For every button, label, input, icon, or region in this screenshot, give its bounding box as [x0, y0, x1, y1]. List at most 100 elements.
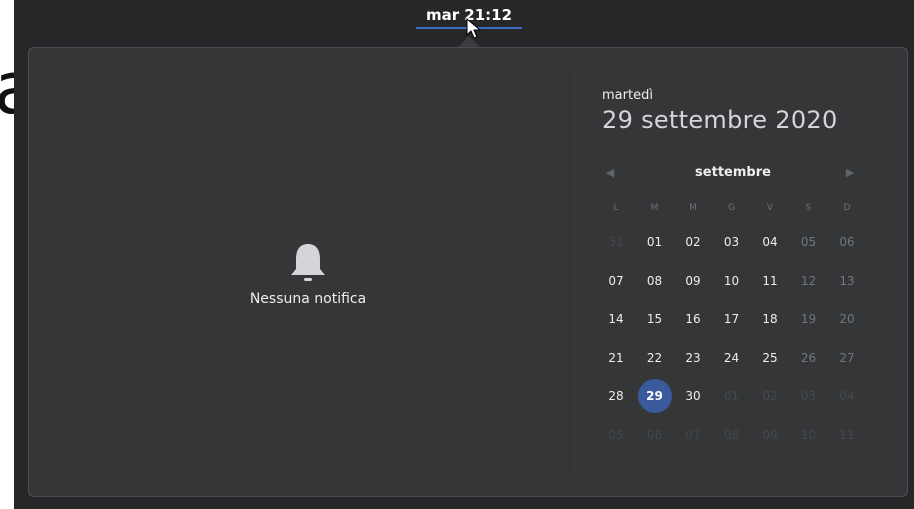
calendar-day[interactable]: 12: [791, 265, 827, 297]
calendar-day[interactable]: 08: [714, 419, 750, 451]
calendar-day-number: 02: [762, 389, 778, 403]
calendar-day[interactable]: 09: [675, 265, 711, 297]
calendar-day[interactable]: 02: [675, 226, 711, 258]
calendar-day-number: 11: [762, 273, 778, 288]
calendar-day[interactable]: 02: [752, 380, 788, 412]
calendar-day-number: 16: [685, 312, 701, 326]
day-header: M: [689, 203, 697, 213]
calendar-day[interactable]: 07: [675, 419, 711, 451]
day-header: V: [766, 203, 774, 213]
calendar-day-number: 07: [608, 273, 624, 288]
calendar-day-number: 20: [839, 312, 855, 326]
date-menu-popover: Nessuna notifica martedì 29 settembre 20…: [28, 47, 908, 497]
bell-icon: [291, 244, 325, 281]
calendar-day[interactable]: 11: [752, 265, 788, 297]
calendar-day[interactable]: 17: [714, 303, 750, 335]
calendar-day[interactable]: 15: [637, 303, 673, 335]
calendar-day-number: 04: [762, 235, 778, 249]
calendar-day-number: 26: [800, 350, 817, 365]
calendar-day-number: 24: [723, 350, 740, 365]
calendar-day[interactable]: 03: [714, 226, 750, 258]
calendar-day-number: 07: [685, 427, 701, 442]
calendar-day[interactable]: 05: [598, 419, 634, 451]
notification-list: Nessuna notifica: [29, 48, 569, 496]
calendar-day[interactable]: 16: [675, 303, 711, 335]
calendar-day[interactable]: 31: [598, 226, 634, 258]
calendar-day[interactable]: 10: [714, 265, 750, 297]
calendar-day-number: 19: [800, 312, 817, 326]
month-label: settembre: [695, 165, 771, 180]
calendar-day-number: 03: [723, 235, 740, 249]
month-header: ◀ settembre ▶: [598, 162, 868, 184]
calendar-day-number: 17: [723, 312, 740, 326]
calendar-day[interactable]: 11: [829, 419, 865, 451]
calendar-day-number: 06: [646, 427, 663, 442]
calendar-day-number: 25: [762, 350, 778, 365]
calendar-day-number: 10: [800, 427, 817, 442]
no-notifications-label: Nessuna notifica: [249, 291, 367, 307]
calendar-day-number: 29: [646, 389, 663, 403]
calendar-day[interactable]: 28: [598, 380, 634, 412]
calendar-day[interactable]: 14: [598, 303, 634, 335]
calendar-panel: martedì 29 settembre 2020 ◀ settembre ▶ …: [570, 48, 907, 496]
calendar-day[interactable]: 19: [791, 303, 827, 335]
calendar-day-number: 09: [762, 427, 778, 442]
calendar-day[interactable]: 06: [829, 226, 865, 258]
calendar-day-number: 14: [608, 312, 624, 326]
triangle-right-icon[interactable]: ▶: [840, 162, 860, 184]
calendar-day[interactable]: 06: [637, 419, 673, 451]
calendar-day[interactable]: 04: [829, 380, 865, 412]
calendar-day[interactable]: 10: [791, 419, 827, 451]
calendar-day-number: 02: [685, 235, 701, 249]
calendar-day-number: 05: [800, 235, 817, 249]
calendar-day[interactable]: 18: [752, 303, 788, 335]
calendar-day-number: 21: [608, 350, 624, 365]
calendar-day-number: 23: [685, 350, 701, 365]
calendar-day[interactable]: 23: [675, 342, 711, 374]
calendar-day[interactable]: 05: [791, 226, 827, 258]
calendar-day[interactable]: 30: [675, 380, 711, 412]
calendar-day[interactable]: 20: [829, 303, 865, 335]
calendar-day[interactable]: 25: [752, 342, 788, 374]
calendar-day-number: 08: [723, 427, 740, 442]
calendar-day[interactable]: 22: [637, 342, 673, 374]
calendar-day[interactable]: 01: [637, 226, 673, 258]
calendar-day-number: 03: [800, 389, 817, 403]
calendar-day-number: 12: [800, 273, 817, 288]
calendar-day-number: 15: [646, 312, 663, 326]
calendar-day-number: 31: [608, 235, 624, 249]
calendar-day[interactable]: 27: [829, 342, 865, 374]
day-header: L: [613, 203, 619, 213]
calendar-day[interactable]: 07: [598, 265, 634, 297]
calendar-day[interactable]: 26: [791, 342, 827, 374]
screen: a mar 21:12 Nessuna notifica martedì 29 …: [0, 0, 914, 509]
day-header: D: [843, 203, 851, 213]
mouse-pointer-icon: [466, 18, 482, 39]
calendar-day-number: 18: [762, 312, 778, 326]
calendar-day[interactable]: 03: [791, 380, 827, 412]
today-full-date[interactable]: 29 settembre 2020: [602, 106, 838, 134]
calendar-day-number: 01: [723, 389, 740, 403]
calendar-day[interactable]: 01: [714, 380, 750, 412]
calendar-day-number: 13: [839, 273, 855, 288]
calendar-day-number: 09: [685, 273, 701, 288]
calendar-day-number: 22: [646, 350, 663, 365]
calendar-day-number: 08: [646, 273, 663, 288]
calendar-day[interactable]: 09: [752, 419, 788, 451]
calendar-day-number: 28: [608, 389, 624, 403]
calendar-day-number: 11: [839, 427, 855, 442]
calendar-day[interactable]: 13: [829, 265, 865, 297]
calendar-day-number: 04: [839, 389, 855, 403]
calendar-day-number: 27: [839, 350, 855, 365]
calendar-day-today[interactable]: 29: [637, 379, 673, 413]
calendar-day-number: 05: [608, 427, 624, 442]
triangle-left-icon[interactable]: ◀: [600, 162, 620, 184]
today-weekday[interactable]: martedì: [602, 88, 653, 103]
calendar-day[interactable]: 08: [637, 265, 673, 297]
calendar-day-number: 10: [723, 273, 740, 288]
calendar-day[interactable]: 21: [598, 342, 634, 374]
calendar-day[interactable]: 24: [714, 342, 750, 374]
day-header: G: [728, 203, 735, 213]
calendar-day[interactable]: 04: [752, 226, 788, 258]
calendar-day-number: 01: [646, 235, 663, 249]
